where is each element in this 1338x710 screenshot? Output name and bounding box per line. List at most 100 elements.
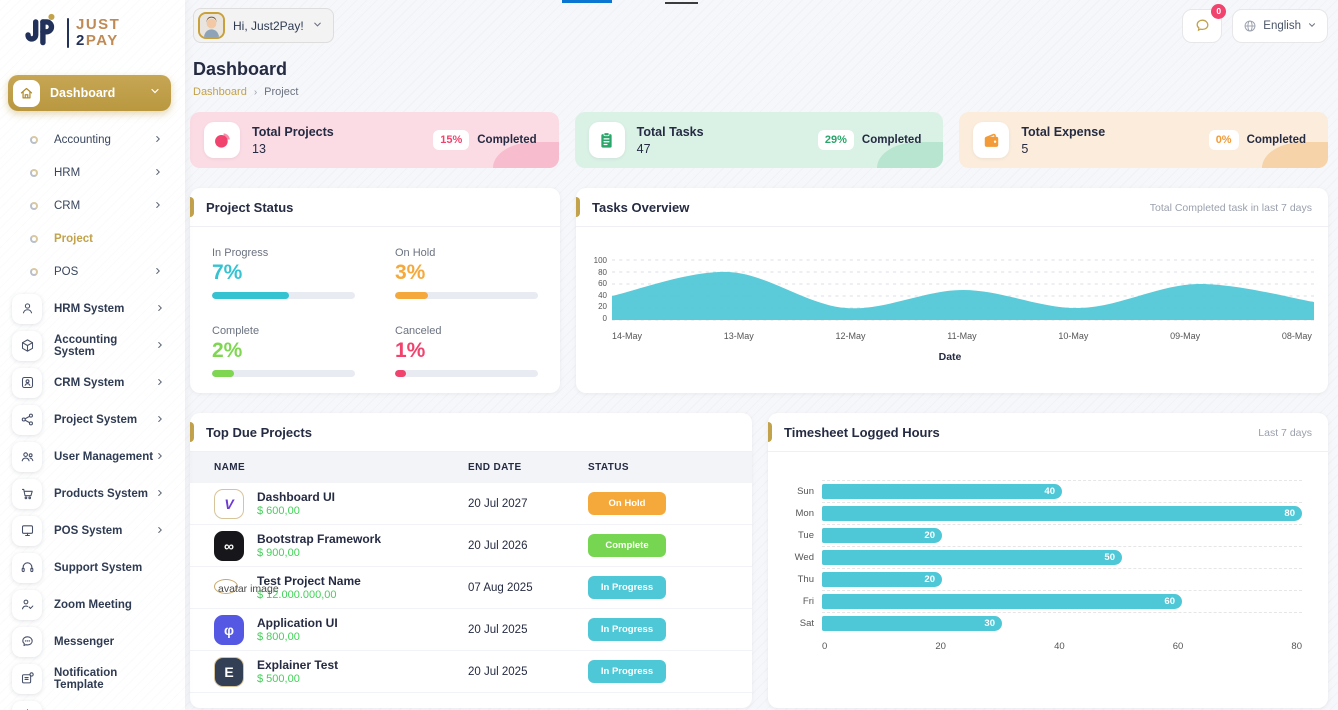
sidebar-item-hrm-system[interactable]: HRM System: [0, 290, 185, 327]
table-row[interactable]: V Dashboard UI $ 600,00 20 Jul 2027 On H…: [190, 483, 752, 525]
chevron-right-icon: [155, 485, 165, 503]
timesheet-chart: Sun40 Mon80 Tue20 Wed50 Thu20 Fri60 Sat3…: [768, 452, 1328, 652]
user-greeting: Hi, Just2Pay!: [233, 19, 304, 33]
logo-monogram-icon: [24, 12, 60, 53]
bullet-icon: [30, 169, 38, 177]
person-icon: [12, 294, 42, 324]
app-logo[interactable]: JUST 2PAY: [0, 0, 185, 63]
chat-bubble-icon: [12, 627, 42, 657]
sidebar-item-dashboard[interactable]: Dashboard: [8, 75, 171, 111]
logo-text: JUST 2PAY: [76, 17, 120, 49]
bullet-icon: [30, 268, 38, 276]
chevron-right-icon: [153, 263, 163, 281]
sidebar-item-user-management[interactable]: User Management: [0, 438, 185, 475]
status-badge: In Progress: [588, 618, 666, 641]
stat-value: 47: [637, 142, 704, 156]
chevron-down-icon: [312, 17, 323, 35]
project-status-card: Project Status In Progress 7% On Hold 3%…: [190, 188, 560, 393]
topbar: Hi, Just2Pay! 0 English: [190, 0, 1328, 43]
bar: 20: [822, 528, 942, 543]
project-logo-icon: V: [214, 489, 244, 519]
gear-icon: [12, 701, 42, 710]
table-row[interactable]: avatar image Test Project Name $ 12.000.…: [190, 567, 752, 609]
stat-completed-label: Completed: [1247, 134, 1314, 146]
chevron-right-icon: [155, 374, 165, 392]
notifications-button[interactable]: 0: [1182, 9, 1222, 43]
sidebar-item-crm-system[interactable]: CRM System: [0, 364, 185, 401]
cart-icon: [12, 479, 42, 509]
status-badge: Complete: [588, 534, 666, 557]
table-row[interactable]: φ Application UI $ 800,00 20 Jul 2025 In…: [190, 609, 752, 651]
scrollbar-artifact: [665, 2, 698, 4]
sidebar-item-settings[interactable]: Settings: [0, 697, 185, 710]
page-title: Dashboard: [193, 59, 1328, 80]
y-axis-labels: 10080 6040 200: [586, 257, 612, 323]
sidebar-item-label: Dashboard: [50, 86, 139, 100]
share-nodes-icon: [12, 405, 42, 435]
notification-doc-icon: [12, 664, 42, 694]
chevron-right-icon: [155, 707, 165, 710]
top-due-projects-card: Top Due Projects NAME END DATE STATUS V …: [190, 413, 752, 708]
dashboard-submenu: Accounting HRM CRM Project POS: [0, 115, 185, 290]
sidebar-item-support-system[interactable]: Support System: [0, 549, 185, 586]
stat-title: Total Tasks: [637, 125, 704, 139]
avatar: [198, 12, 225, 39]
home-icon: [13, 80, 40, 107]
system-menu: HRM System Accounting System CRM System …: [0, 290, 185, 710]
sidebar-item-hrm[interactable]: HRM: [0, 156, 185, 189]
sidebar-item-zoom-meeting[interactable]: Zoom Meeting: [0, 586, 185, 623]
logo-divider: [67, 18, 69, 48]
progress-bar: [395, 292, 538, 299]
chevron-right-icon: [153, 164, 163, 182]
bullet-icon: [30, 235, 38, 243]
stat-percent-badge: 15%: [433, 130, 469, 150]
project-logo-icon: ∞: [214, 531, 244, 561]
table-header: NAME END DATE STATUS: [190, 452, 752, 483]
sidebar-item-crm[interactable]: CRM: [0, 189, 185, 222]
expense-wallet-icon: [973, 122, 1009, 158]
table-row[interactable]: E Explainer Test $ 500,00 20 Jul 2025 In…: [190, 651, 752, 693]
card-title: Top Due Projects: [206, 425, 312, 440]
browser-loading-bar: [562, 0, 612, 3]
broken-avatar-image: avatar image: [214, 573, 244, 603]
tasks-overview-card: Tasks Overview Total Completed task in l…: [576, 188, 1328, 393]
status-badge: In Progress: [588, 576, 666, 599]
chevron-right-icon: [155, 337, 165, 355]
bar: 20: [822, 572, 942, 587]
sidebar-item-project[interactable]: Project: [0, 222, 185, 255]
card-subtitle: Last 7 days: [1258, 427, 1312, 439]
breadcrumb-home-link[interactable]: Dashboard: [193, 86, 247, 98]
user-menu-button[interactable]: Hi, Just2Pay!: [193, 8, 334, 43]
table-row[interactable]: ∞ Bootstrap Framework $ 900,00 20 Jul 20…: [190, 525, 752, 567]
card-title: Tasks Overview: [592, 200, 689, 215]
bullet-icon: [30, 202, 38, 210]
language-selector[interactable]: English: [1232, 9, 1328, 43]
progress-bar: [212, 292, 355, 299]
card-subtitle: Total Completed task in last 7 days: [1150, 202, 1312, 214]
stat-percent-badge: 0%: [1209, 130, 1239, 150]
sidebar-item-accounting[interactable]: Accounting: [0, 123, 185, 156]
sidebar-item-products-system[interactable]: Products System: [0, 475, 185, 512]
area-chart-svg: [612, 257, 1314, 323]
progress-bar: [395, 370, 538, 377]
sidebar-item-messenger[interactable]: Messenger: [0, 623, 185, 660]
status-badge: On Hold: [588, 492, 666, 515]
sidebar-item-notification-template[interactable]: Notification Template: [0, 660, 185, 697]
chevron-right-icon: [155, 448, 165, 466]
progress-bar: [212, 370, 355, 377]
sidebar-item-pos[interactable]: POS: [0, 255, 185, 288]
chevron-right-icon: [153, 197, 163, 215]
sidebar-item-project-system[interactable]: Project System: [0, 401, 185, 438]
stat-completed-label: Completed: [477, 134, 544, 146]
stat-card-total-expense: Total Expense 5 0% Completed: [959, 112, 1328, 168]
x-axis-title: Date: [586, 351, 1314, 363]
notification-badge: 0: [1211, 4, 1226, 19]
sidebar-item-pos-system[interactable]: POS System: [0, 512, 185, 549]
pos-terminal-icon: [12, 516, 42, 546]
sidebar-item-accounting-system[interactable]: Accounting System: [0, 327, 185, 364]
stat-value: 5: [1021, 142, 1105, 156]
tasks-overview-chart: 10080 6040 200 14-May13-May 12-May11-May…: [576, 227, 1328, 363]
chevron-down-icon: [1307, 17, 1317, 35]
status-item-complete: Complete 2%: [212, 325, 355, 377]
chevron-down-icon: [149, 84, 161, 102]
